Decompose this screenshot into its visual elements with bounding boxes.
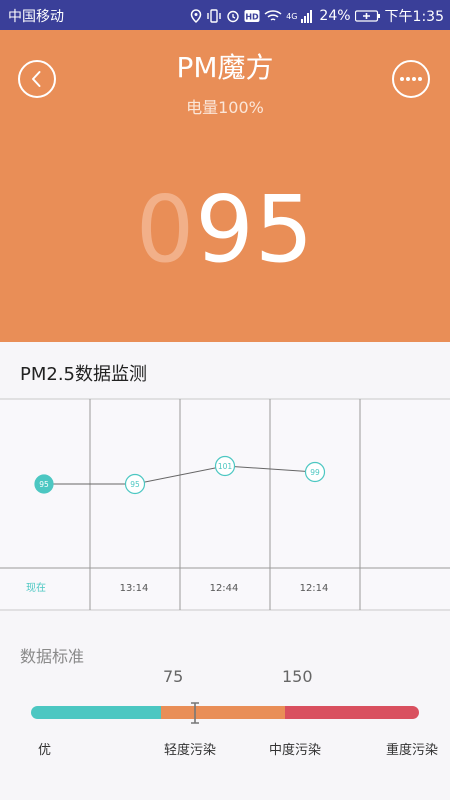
location-icon (190, 9, 202, 23)
reading-value: 95 (195, 176, 315, 283)
svg-text:HD: HD (245, 13, 259, 22)
monitor-section-title: PM2.5数据监测 (20, 364, 148, 385)
data-label: 99 (310, 468, 320, 477)
device-title: PM魔方 (176, 51, 274, 84)
hd-icon: HD (244, 10, 260, 22)
wifi-icon (264, 10, 282, 21)
level-good: 优 (38, 743, 52, 758)
data-label: 95 (130, 480, 140, 489)
device-battery: 电量100% (186, 98, 264, 117)
scale-segment-good (31, 706, 161, 719)
pm25-reading: 095 (0, 180, 450, 280)
level-heavy: 重度污染 (386, 743, 439, 758)
threshold-75: 75 (163, 667, 184, 686)
reading-leading-zero: 0 (135, 176, 196, 283)
x-tick-label: 现在 (26, 582, 46, 594)
threshold-150: 150 (282, 667, 313, 686)
signal-icon (301, 10, 313, 23)
x-tick-label: 12:44 (210, 583, 239, 594)
scale-segment-moderate (285, 706, 419, 719)
network-type: 4G (286, 11, 298, 21)
status-icons: HD 4G 24% 下午1:35 (190, 6, 444, 26)
x-tick-label: 12:14 (300, 583, 329, 594)
x-tick-label: 13:14 (120, 583, 149, 594)
alarm-icon (227, 10, 239, 23)
current-value-marker (191, 702, 199, 724)
status-bar: 中国移动 HD 4G 24% 下午1:35 (0, 0, 450, 30)
aqi-scale-bar (31, 706, 419, 719)
more-dots-icon (400, 77, 422, 81)
device-header: PM魔方 电量100% 095 (0, 30, 450, 342)
pm25-line-chart: 95 95 101 99 现在 13:14 12:44 12:14 (0, 398, 450, 611)
battery-icon (354, 10, 380, 22)
chart-background (0, 399, 450, 611)
level-light: 轻度污染 (164, 743, 217, 758)
clock: 下午1:35 (384, 9, 444, 25)
level-moderate: 中度污染 (269, 743, 322, 758)
standard-label: 数据标准 (20, 647, 85, 666)
vibrate-icon (207, 9, 221, 23)
battery-percent: 24% (319, 8, 351, 24)
data-label: 95 (39, 480, 49, 489)
data-label: 101 (218, 462, 233, 471)
scale-segment-light (161, 706, 285, 719)
more-button[interactable] (392, 60, 430, 98)
carrier-name: 中国移动 (8, 9, 64, 25)
